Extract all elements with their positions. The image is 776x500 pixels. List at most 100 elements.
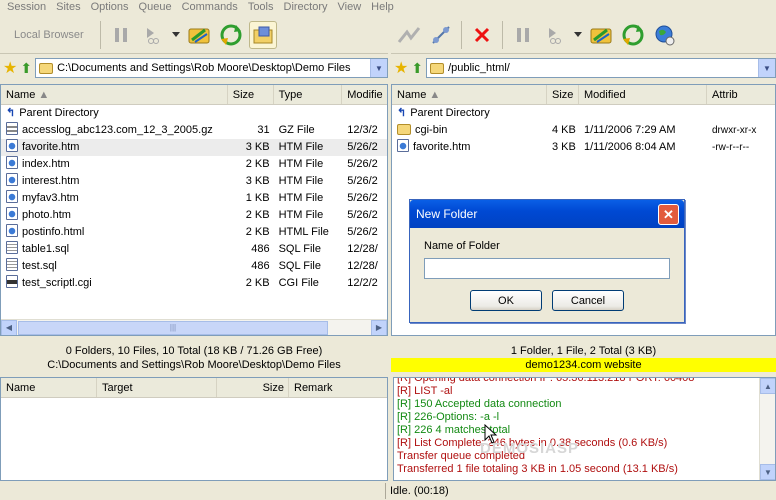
file-modified: 5/26/2: [347, 209, 378, 221]
file-modified: 5/26/2: [347, 192, 378, 204]
local-hscrollbar[interactable]: ◀ ||| ▶: [1, 319, 387, 335]
menu-options[interactable]: Options: [86, 0, 134, 14]
file-name-text: cgi-bin: [415, 124, 448, 136]
favorites-star-icon[interactable]: ★: [394, 58, 408, 78]
dialog-titlebar[interactable]: New Folder ✕: [410, 200, 684, 228]
scroll-left-icon[interactable]: ◀: [1, 319, 17, 335]
file-row[interactable]: index.htm 2 KB HTM File 5/26/2: [1, 156, 387, 173]
file-row[interactable]: ↰ Parent Directory: [1, 105, 387, 122]
menu-bar: Session Sites Options Queue Commands Too…: [0, 0, 776, 14]
folder-name-input[interactable]: [424, 258, 670, 279]
file-size: [228, 105, 274, 122]
file-row[interactable]: favorite.htm 3 KB 1/11/2006 8:04 AM -rw-r--…: [392, 139, 775, 156]
file-name: test.sql: [1, 258, 228, 275]
col-attrib[interactable]: Attrib: [707, 85, 775, 104]
chevron-down-icon[interactable]: [573, 21, 583, 49]
new-folder-dialog: New Folder ✕ Name of Folder OK Cancel: [409, 199, 685, 323]
ok-button[interactable]: OK: [470, 290, 542, 311]
remote-path-combo[interactable]: /public_html/ ▼: [426, 58, 776, 78]
up-folder-icon[interactable]: ⬆: [411, 60, 423, 77]
file-row[interactable]: test_scriptl.cgi 2 KB CGI File 12/2/2: [1, 275, 387, 292]
local-rows: ↰ Parent Directory accesslog_abc123.com_12…: [1, 105, 387, 292]
compare-folders-icon[interactable]: [185, 21, 213, 49]
menu-sites[interactable]: Sites: [51, 0, 85, 14]
scroll-right-icon[interactable]: ▶: [371, 319, 387, 335]
remote-path-text: /public_html/: [448, 62, 510, 74]
file-name-text: postinfo.html: [22, 226, 85, 238]
chevron-down-icon[interactable]: ▼: [370, 59, 387, 77]
file-row[interactable]: photo.htm 2 KB HTM File 5/26/2: [1, 207, 387, 224]
scroll-down-icon[interactable]: ▼: [760, 464, 775, 480]
file-row[interactable]: test.sql 486 SQL File 12/28/: [1, 258, 387, 275]
menu-session[interactable]: Session: [2, 0, 51, 14]
local-path-combo[interactable]: C:\Documents and Settings\Rob Moore\Desk…: [35, 58, 388, 78]
up-folder-icon[interactable]: ⬆: [20, 60, 32, 77]
log-vscrollbar[interactable]: ▲ ▼: [759, 378, 775, 480]
menu-help[interactable]: Help: [366, 0, 399, 14]
pause-icon[interactable]: [107, 21, 135, 49]
favorites-star-icon[interactable]: ★: [3, 58, 17, 78]
file-row[interactable]: interest.htm 3 KB HTM File 5/26/2: [1, 173, 387, 190]
file-row[interactable]: accesslog_abc123.com_12_3_2005.gz 31 GZ Fi…: [1, 122, 387, 139]
parent-directory-icon: ↰: [6, 107, 16, 119]
file-attrib: drwxr-xr-x: [712, 125, 757, 136]
local-folder-view-icon[interactable]: [248, 20, 277, 49]
col-size[interactable]: Size: [547, 85, 579, 104]
file-row[interactable]: postinfo.html 2 KB HTML File 5/26/2: [1, 224, 387, 241]
file-htm-icon: [6, 156, 18, 169]
file-size: 486: [251, 243, 270, 255]
menu-view[interactable]: View: [333, 0, 367, 14]
file-type: HTM File: [278, 158, 324, 170]
menu-queue[interactable]: Queue: [134, 0, 177, 14]
file-name-text: photo.htm: [22, 209, 71, 221]
connect-icon[interactable]: [395, 21, 423, 49]
file-row[interactable]: ↰ Parent Directory: [392, 105, 775, 122]
col-queue-remark[interactable]: Remark: [289, 378, 387, 397]
file-size: 31: [257, 124, 270, 136]
file-size: 2 KB: [245, 277, 270, 289]
scroll-thumb[interactable]: |||: [18, 320, 328, 335]
file-htm-icon: [6, 224, 18, 237]
menu-directory[interactable]: Directory: [279, 0, 333, 14]
file-row[interactable]: table1.sql 486 SQL File 12/28/: [1, 241, 387, 258]
log-line: [R] LIST -al: [397, 385, 453, 397]
log-line: [R] 150 Accepted data connection: [397, 398, 562, 410]
pause-icon[interactable]: [509, 21, 537, 49]
disconnect-icon[interactable]: [427, 21, 455, 49]
col-modified[interactable]: Modified: [579, 85, 707, 104]
transfer-queue-icon[interactable]: [139, 21, 167, 49]
remote-status: 1 Folder, 1 File, 2 Total (3 KB): [510, 345, 657, 357]
file-name: favorite.htm: [1, 139, 228, 156]
scroll-up-icon[interactable]: ▲: [760, 378, 775, 394]
col-queue-name[interactable]: Name: [1, 378, 97, 397]
col-size[interactable]: Size: [228, 85, 274, 104]
file-row[interactable]: myfav3.htm 1 KB HTM File 5/26/2: [1, 190, 387, 207]
cancel-button[interactable]: Cancel: [552, 290, 624, 311]
menu-commands[interactable]: Commands: [177, 0, 243, 14]
refresh-icon[interactable]: [217, 21, 245, 49]
globe-icon[interactable]: [651, 21, 679, 49]
parent-directory-icon: ↰: [397, 107, 407, 119]
file-modified: 1/11/2006 7:29 AM: [584, 124, 676, 136]
col-queue-size[interactable]: Size: [217, 378, 289, 397]
file-name-text: accesslog_abc123.com_12_3_2005.gz: [22, 124, 213, 136]
col-name[interactable]: Name ▲: [1, 85, 228, 104]
file-type: HTM File: [278, 209, 324, 221]
file-row[interactable]: favorite.htm 3 KB HTM File 5/26/2: [1, 139, 387, 156]
col-name[interactable]: Name ▲: [392, 85, 547, 104]
file-modified: 12/28/: [347, 243, 378, 255]
refresh-icon[interactable]: [619, 21, 647, 49]
col-modified[interactable]: Modifie: [342, 85, 387, 104]
delete-icon[interactable]: [468, 21, 496, 49]
col-type[interactable]: Type: [274, 85, 343, 104]
menu-tools[interactable]: Tools: [243, 0, 279, 14]
session-log: [R] Opening data connection IP: 65.36.11…: [393, 377, 776, 481]
col-queue-target[interactable]: Target: [97, 378, 217, 397]
file-row[interactable]: cgi-bin 4 KB 1/11/2006 7:29 AM drwxr-xr-x: [392, 122, 775, 139]
compare-folders-icon[interactable]: [587, 21, 615, 49]
transfer-queue-icon[interactable]: [541, 21, 569, 49]
chevron-down-icon[interactable]: [171, 21, 181, 49]
close-icon[interactable]: ✕: [658, 204, 679, 225]
local-browser-button[interactable]: Local Browser: [4, 20, 94, 50]
chevron-down-icon[interactable]: ▼: [758, 59, 775, 77]
